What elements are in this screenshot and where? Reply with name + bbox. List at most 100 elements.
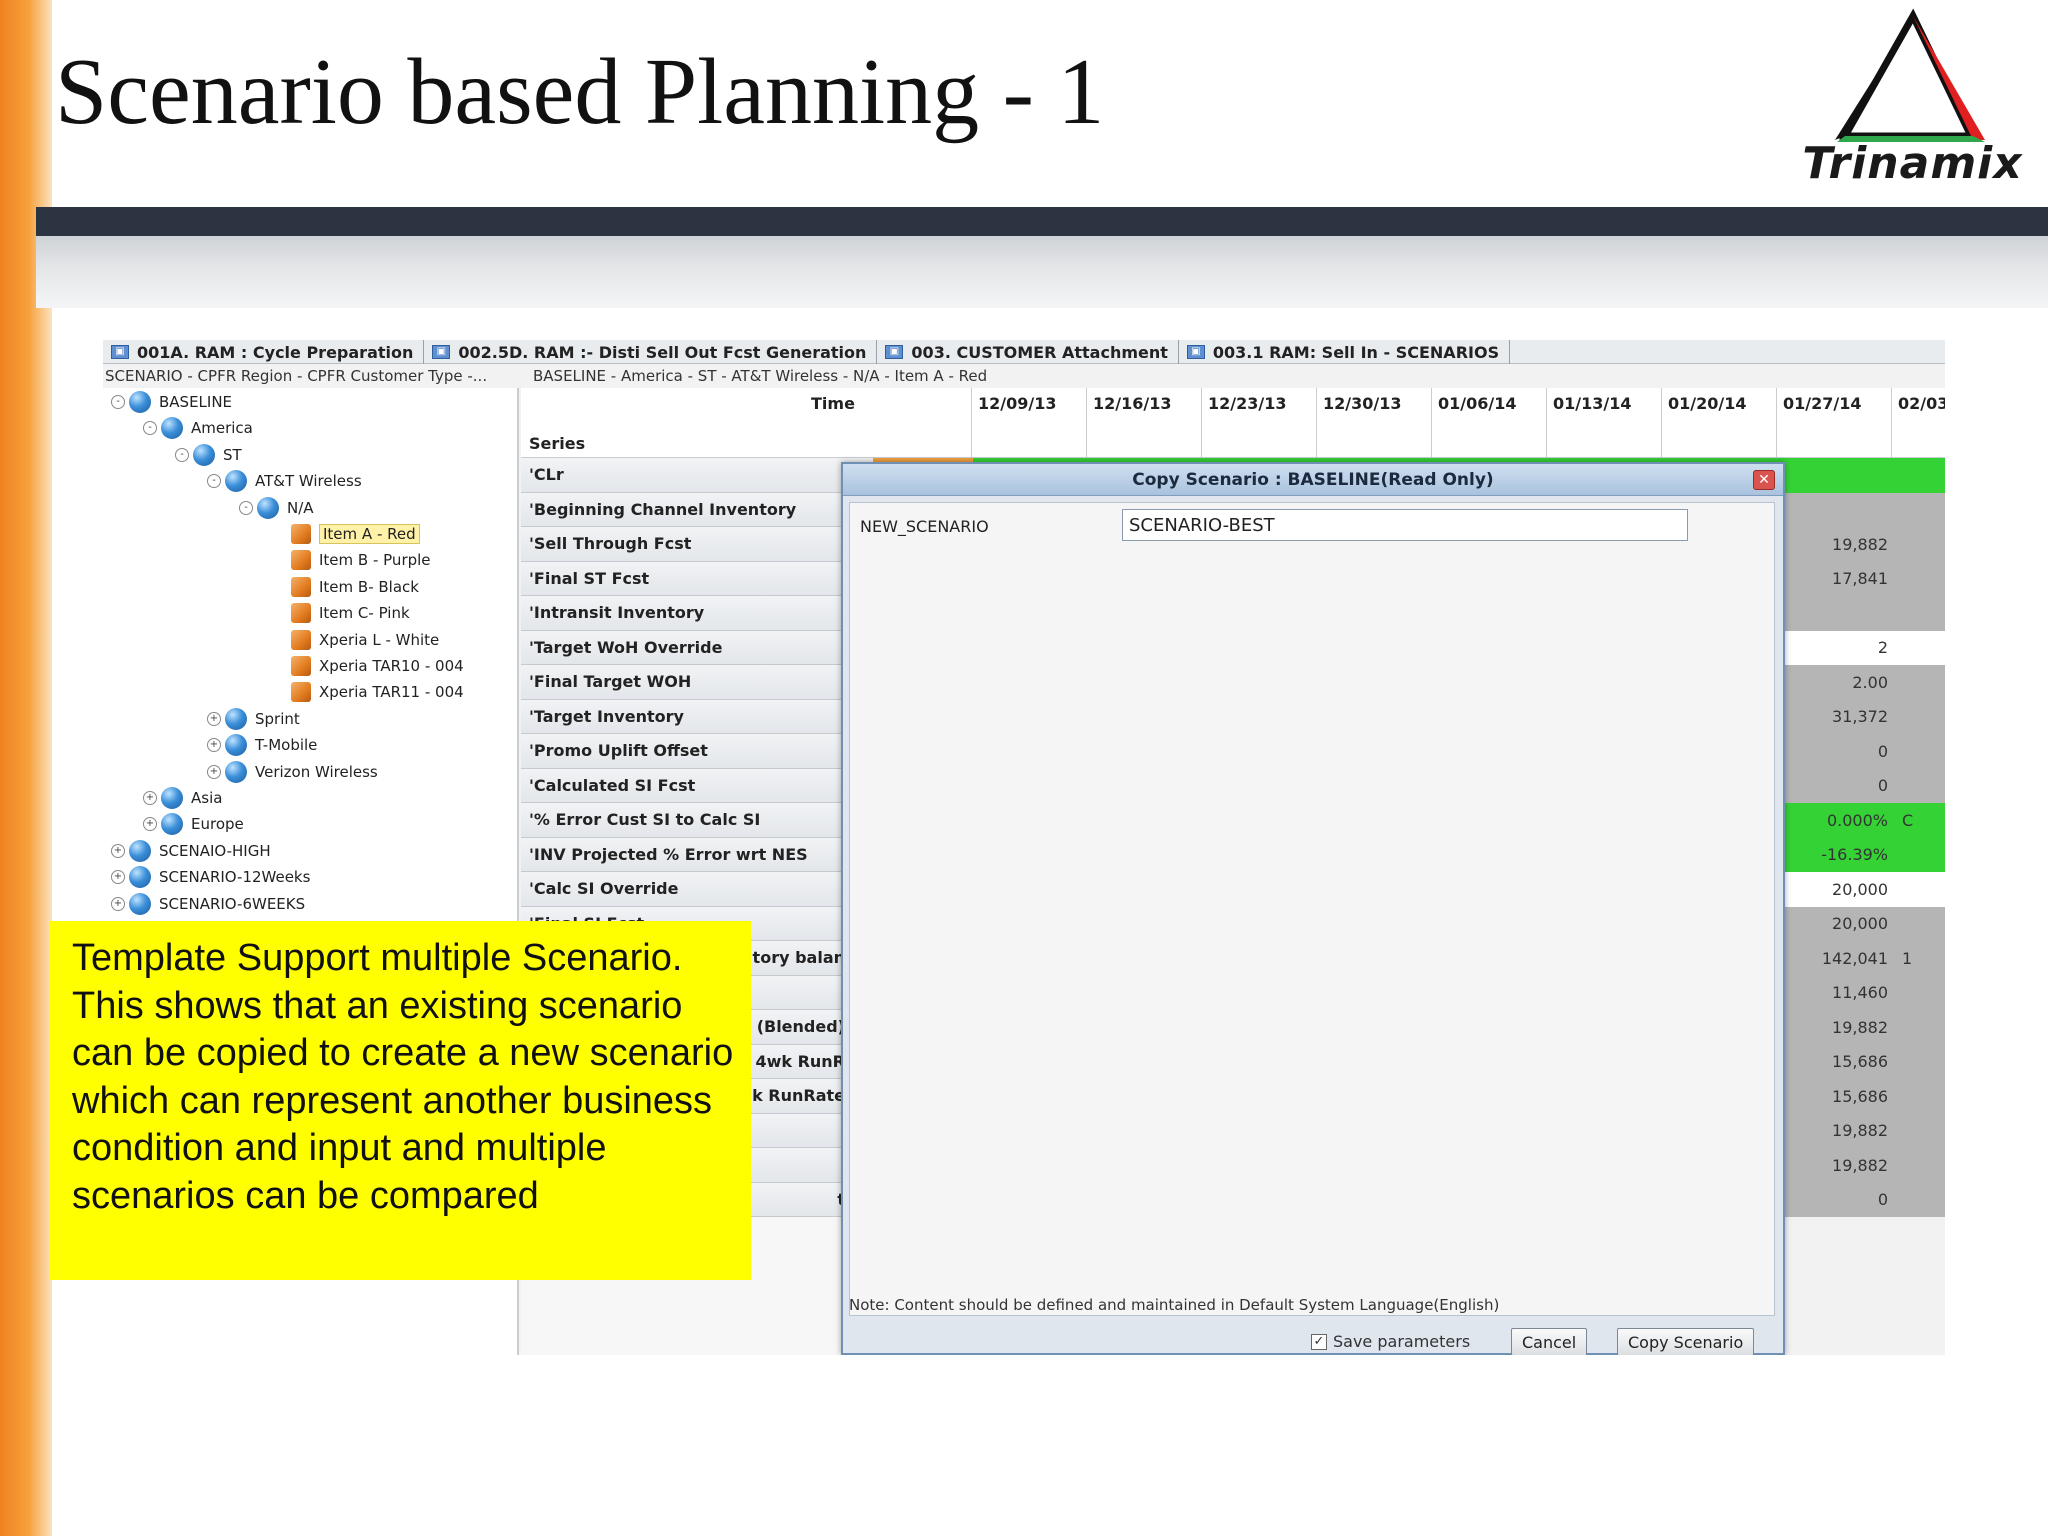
value-cell-next[interactable]	[1900, 527, 1945, 562]
value-cell[interactable]: 15,686	[1785, 1044, 1900, 1079]
value-row: 2.00	[1785, 665, 1945, 700]
value-cell-next[interactable]	[1900, 1148, 1945, 1183]
value-cell-next[interactable]	[1900, 561, 1945, 596]
value-cell-next[interactable]	[1900, 1010, 1945, 1045]
tree-node[interactable]: + Verizon Wireless	[207, 760, 378, 784]
series-row-label: 'INV Projected % Error wrt NES	[521, 837, 851, 872]
expand-icon[interactable]: +	[143, 817, 157, 832]
tab-sell-in-scenarios[interactable]: ▣ 003.1 RAM: Sell In - SCENARIOS	[1179, 340, 1511, 364]
collapse-icon[interactable]: -	[207, 474, 221, 489]
tree-node[interactable]: - ST	[175, 443, 242, 467]
value-cell[interactable]: 15,686	[1785, 1079, 1900, 1114]
tree-node[interactable]: + Asia	[143, 786, 222, 810]
value-cell[interactable]: 0	[1785, 1182, 1900, 1217]
value-cell[interactable]	[1785, 492, 1900, 527]
value-cell[interactable]: 11,460	[1785, 975, 1900, 1010]
expand-icon[interactable]: +	[111, 896, 125, 911]
value-cell-next[interactable]	[1900, 837, 1945, 872]
collapse-icon[interactable]: -	[143, 421, 157, 436]
tree-node[interactable]: + SCENARIO-6WEEKS	[111, 892, 305, 916]
expand-icon[interactable]: +	[111, 843, 125, 858]
tree-node[interactable]: + Sprint	[207, 707, 300, 731]
value-cell[interactable]: 2.00	[1785, 665, 1900, 700]
value-cell-next[interactable]	[1900, 458, 1945, 493]
tree-node[interactable]: + T-Mobile	[207, 733, 317, 757]
value-cell-next[interactable]	[1900, 1182, 1945, 1217]
value-cell[interactable]	[1785, 596, 1900, 631]
tree-node[interactable]: Xperia L - White	[291, 628, 439, 652]
date-column-header: 12/16/13	[1086, 388, 1201, 458]
value-cell-next[interactable]	[1900, 630, 1945, 665]
tree-node[interactable]: Item C- Pink	[291, 601, 410, 625]
value-row: 19,882	[1785, 527, 1945, 562]
collapse-icon[interactable]: -	[175, 447, 189, 462]
tree-node[interactable]: Item B- Black	[291, 575, 419, 599]
value-cell-next[interactable]	[1900, 975, 1945, 1010]
value-cell[interactable]: -16.39%	[1785, 837, 1900, 872]
copy-scenario-dialog: Copy Scenario : BASELINE(Read Only) ✕ NE…	[841, 462, 1785, 1355]
value-cell[interactable]: 17,841	[1785, 561, 1900, 596]
cancel-button[interactable]: Cancel	[1511, 1328, 1588, 1355]
value-cell-next[interactable]	[1900, 1044, 1945, 1079]
tree-node-label: Item C- Pink	[319, 604, 410, 623]
tree-node-label: Xperia TAR11 - 004	[319, 683, 464, 702]
collapse-icon[interactable]: -	[111, 395, 125, 409]
tab-customer-attachment[interactable]: ▣ 003. CUSTOMER Attachment	[877, 340, 1179, 364]
value-cell[interactable]: 0.000%	[1785, 803, 1900, 838]
expand-icon[interactable]: +	[207, 738, 221, 753]
value-cell[interactable]: 19,882	[1785, 1010, 1900, 1045]
value-cell[interactable]: 20,000	[1785, 906, 1900, 941]
value-cell-next[interactable]	[1900, 906, 1945, 941]
value-cell-next[interactable]	[1900, 1079, 1945, 1114]
value-cell[interactable]: 19,882	[1785, 1113, 1900, 1148]
tree-node[interactable]: - N/A	[239, 496, 314, 520]
tree-node[interactable]: - AT&T Wireless	[207, 469, 362, 493]
value-cell-next[interactable]: 1	[1900, 941, 1945, 976]
value-cell-next[interactable]	[1900, 1113, 1945, 1148]
value-row: 142,041 1	[1785, 941, 1945, 976]
value-cell[interactable]: 142,041	[1785, 941, 1900, 976]
expand-icon[interactable]: +	[111, 870, 125, 885]
tree-node[interactable]: Item B - Purple	[291, 548, 431, 572]
value-cell[interactable]: 2	[1785, 630, 1900, 665]
expand-icon[interactable]: +	[143, 791, 157, 805]
value-cell[interactable]: 20,000	[1785, 872, 1900, 907]
tree-node[interactable]: + Europe	[143, 812, 244, 836]
tree-node[interactable]: - BASELINE	[111, 390, 232, 414]
new-scenario-input[interactable]	[1122, 509, 1688, 541]
tree-node-label: ST	[223, 445, 242, 464]
value-cell[interactable]: 0	[1785, 734, 1900, 769]
value-cell-next[interactable]	[1900, 734, 1945, 769]
copy-scenario-button[interactable]: Copy Scenario	[1617, 1328, 1755, 1355]
value-cell-next[interactable]: C	[1900, 803, 1945, 838]
tree-node[interactable]: + SCENARIO-12Weeks	[111, 865, 310, 889]
value-cell[interactable]: 0	[1785, 768, 1900, 803]
value-cell[interactable]: 19,882	[1785, 527, 1900, 562]
date-column-header: 01/06/14	[1431, 388, 1546, 458]
value-cell[interactable]: 31,372	[1785, 699, 1900, 734]
value-cell-next[interactable]	[1900, 596, 1945, 631]
value-row	[1785, 492, 1945, 527]
value-cell[interactable]	[1785, 458, 1900, 493]
close-icon[interactable]: ✕	[1753, 470, 1775, 490]
tree-node[interactable]: Xperia TAR11 - 004	[291, 680, 464, 704]
expand-icon[interactable]: +	[207, 711, 221, 726]
tab-sell-out-fcst[interactable]: ▣ 002.5D. RAM :- Disti Sell Out Fcst Gene…	[424, 340, 878, 364]
expand-icon[interactable]: +	[207, 764, 221, 779]
value-cell-next[interactable]	[1900, 699, 1945, 734]
value-cell[interactable]: 19,882	[1785, 1148, 1900, 1183]
tree-node[interactable]: - America	[143, 416, 253, 440]
value-cell-next[interactable]	[1900, 768, 1945, 803]
value-cell-next[interactable]	[1900, 665, 1945, 700]
tree-node[interactable]: Item A - Red	[291, 522, 420, 546]
tab-icon: ▣	[111, 345, 129, 359]
save-parameters-checkbox[interactable]: ✓ Save parameters	[1311, 1332, 1470, 1351]
tree-node[interactable]: + SCENAIO-HIGH	[111, 839, 271, 863]
tree-node[interactable]: Xperia TAR10 - 004	[291, 654, 464, 678]
item-cube-icon	[291, 524, 311, 544]
value-cell-next[interactable]	[1900, 492, 1945, 527]
collapse-icon[interactable]: -	[239, 500, 253, 515]
tab-cycle-preparation[interactable]: ▣ 001A. RAM : Cycle Preparation	[103, 340, 425, 364]
value-cell-next[interactable]	[1900, 872, 1945, 907]
series-row-label: 'Intransit Inventory	[521, 596, 851, 631]
